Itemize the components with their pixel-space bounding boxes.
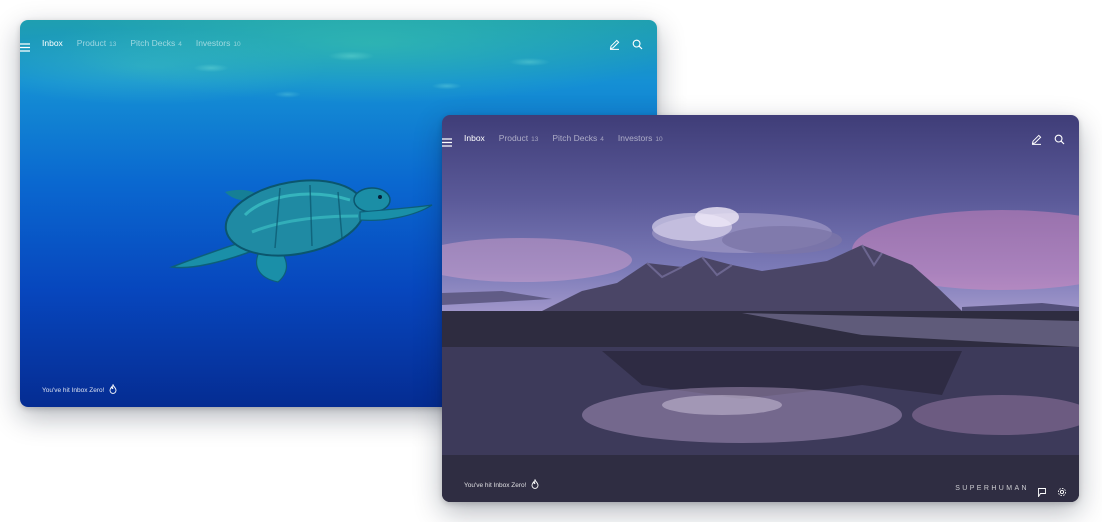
search-icon[interactable] bbox=[1054, 132, 1065, 145]
tab-inbox[interactable]: Inbox bbox=[464, 133, 485, 143]
tab-count: 13 bbox=[109, 41, 117, 48]
mountain-background bbox=[442, 115, 1079, 502]
tab-count: 10 bbox=[655, 136, 663, 143]
brand-wordmark: SUPERHUMAN bbox=[955, 485, 1029, 492]
tab-product[interactable]: Product 13 bbox=[77, 38, 117, 48]
split-inbox-tabs: Inbox Product 13 Pitch Decks 4 Investors 10 bbox=[464, 133, 663, 143]
menu-icon[interactable] bbox=[442, 134, 452, 147]
compose-icon[interactable] bbox=[1031, 132, 1042, 145]
compose-icon[interactable] bbox=[609, 37, 620, 50]
settings-icon[interactable] bbox=[1057, 484, 1067, 497]
search-icon[interactable] bbox=[632, 37, 643, 50]
menu-icon[interactable] bbox=[20, 39, 30, 52]
split-inbox-tabs: Inbox Product 13 Pitch Decks 4 Investors 10 bbox=[42, 38, 241, 48]
tab-pitch-decks[interactable]: Pitch Decks 4 bbox=[130, 38, 182, 48]
tab-count: 4 bbox=[600, 136, 604, 143]
top-bar: Inbox Product 13 Pitch Decks 4 Investors 10 bbox=[442, 115, 1079, 161]
tab-count: 13 bbox=[531, 136, 539, 143]
flame-icon bbox=[109, 383, 117, 396]
tab-inbox[interactable]: Inbox bbox=[42, 38, 63, 48]
inbox-zero-message: You've hit Inbox Zero! bbox=[464, 478, 539, 491]
tab-count: 10 bbox=[233, 41, 241, 48]
flame-icon bbox=[531, 478, 539, 491]
top-bar: Inbox Product 13 Pitch Decks 4 Investors 10 bbox=[20, 20, 657, 66]
tab-investors[interactable]: Investors 10 bbox=[196, 38, 241, 48]
tab-pitch-decks[interactable]: Pitch Decks 4 bbox=[552, 133, 604, 143]
feedback-icon[interactable] bbox=[1037, 484, 1047, 498]
tab-product[interactable]: Product 13 bbox=[499, 133, 539, 143]
mountain-beach-image bbox=[442, 207, 1079, 502]
inbox-zero-message: You've hit Inbox Zero! bbox=[42, 383, 117, 396]
inbox-window-mountain: Inbox Product 13 Pitch Decks 4 Investors 10… bbox=[442, 115, 1079, 502]
tab-count: 4 bbox=[178, 41, 182, 48]
tab-investors[interactable]: Investors 10 bbox=[618, 133, 663, 143]
